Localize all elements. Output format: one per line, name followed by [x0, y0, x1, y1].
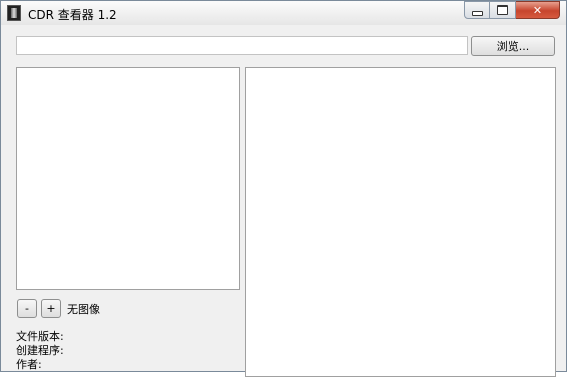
zoom-in-button[interactable]: +: [41, 299, 61, 318]
window-controls: ✕: [464, 1, 560, 19]
info-panel: [245, 67, 556, 377]
browse-button[interactable]: 浏览...: [471, 36, 555, 56]
window-title: CDR 查看器 1.2: [28, 8, 117, 22]
author-label: 作者:: [16, 358, 42, 371]
minimize-icon: [471, 10, 483, 16]
maximize-button[interactable]: [490, 1, 516, 19]
maximize-icon: [497, 5, 508, 15]
main-window: CDR 查看器 1.2 ✕ 浏览... - + 无图像 文件版本: 创建程序: …: [0, 0, 567, 377]
title-bar[interactable]: CDR 查看器 1.2 ✕: [1, 1, 566, 25]
minimize-button[interactable]: [464, 1, 490, 19]
app-icon: [7, 5, 21, 21]
preview-panel: [16, 67, 240, 290]
close-button[interactable]: ✕: [516, 1, 560, 19]
close-icon: ✕: [532, 3, 543, 17]
preview-status: 无图像: [67, 303, 100, 316]
zoom-out-button[interactable]: -: [17, 299, 37, 318]
file-path-input[interactable]: [16, 36, 468, 55]
